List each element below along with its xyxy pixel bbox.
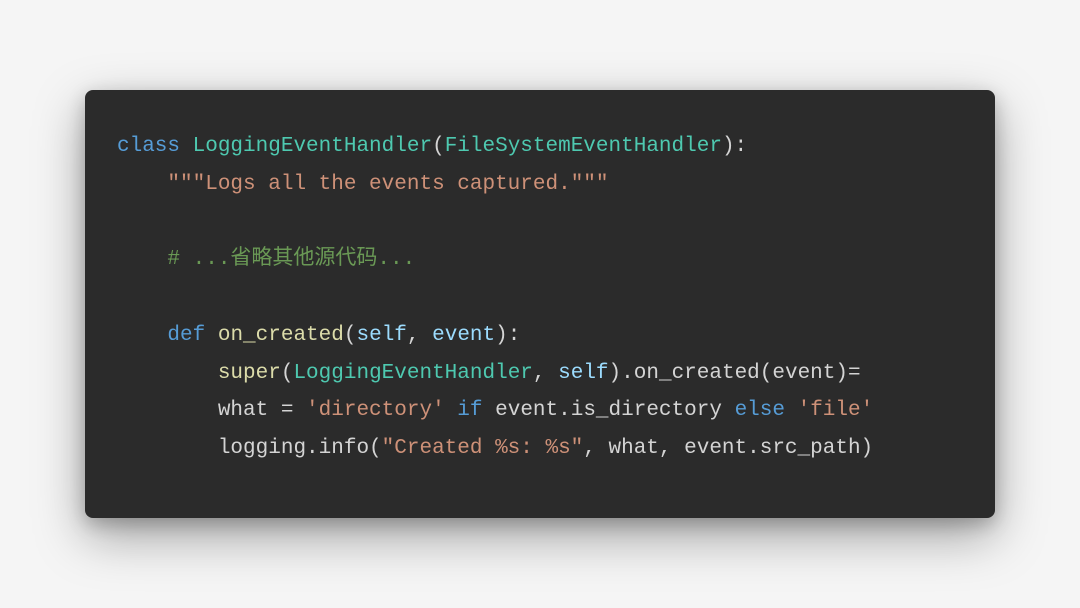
param-self: self xyxy=(356,324,406,347)
base-class: FileSystemEventHandler xyxy=(445,135,722,158)
super-class: LoggingEventHandler xyxy=(293,362,532,385)
keyword-class: class xyxy=(117,135,180,158)
keyword-if: if xyxy=(457,399,482,422)
keyword-def: def xyxy=(167,324,205,347)
code-line-6: what = 'directory' if event.is_directory… xyxy=(117,399,873,422)
code-line-4: def on_created(self, event): xyxy=(117,324,520,347)
string-directory: 'directory' xyxy=(306,399,445,422)
code-line-5: super(LoggingEventHandler, self).on_crea… xyxy=(117,362,861,385)
super-self: self xyxy=(558,362,608,385)
string-format: "Created %s: %s" xyxy=(382,437,584,460)
string-file: 'file' xyxy=(798,399,874,422)
param-event: event xyxy=(432,324,495,347)
function-name: on_created xyxy=(218,324,344,347)
keyword-else: else xyxy=(735,399,785,422)
docstring: """Logs all the events captured.""" xyxy=(167,173,608,196)
code-line-1: class LoggingEventHandler(FileSystemEven… xyxy=(117,135,747,158)
comment: # ...省略其他源代码... xyxy=(167,248,415,271)
super-call: super xyxy=(218,362,281,385)
code-line-3: # ...省略其他源代码... xyxy=(117,248,415,271)
class-name: LoggingEventHandler xyxy=(193,135,432,158)
code-line-7: logging.info("Created %s: %s", what, eve… xyxy=(117,437,873,460)
code-block: class LoggingEventHandler(FileSystemEven… xyxy=(85,90,995,518)
code-line-2: """Logs all the events captured.""" xyxy=(117,173,609,196)
